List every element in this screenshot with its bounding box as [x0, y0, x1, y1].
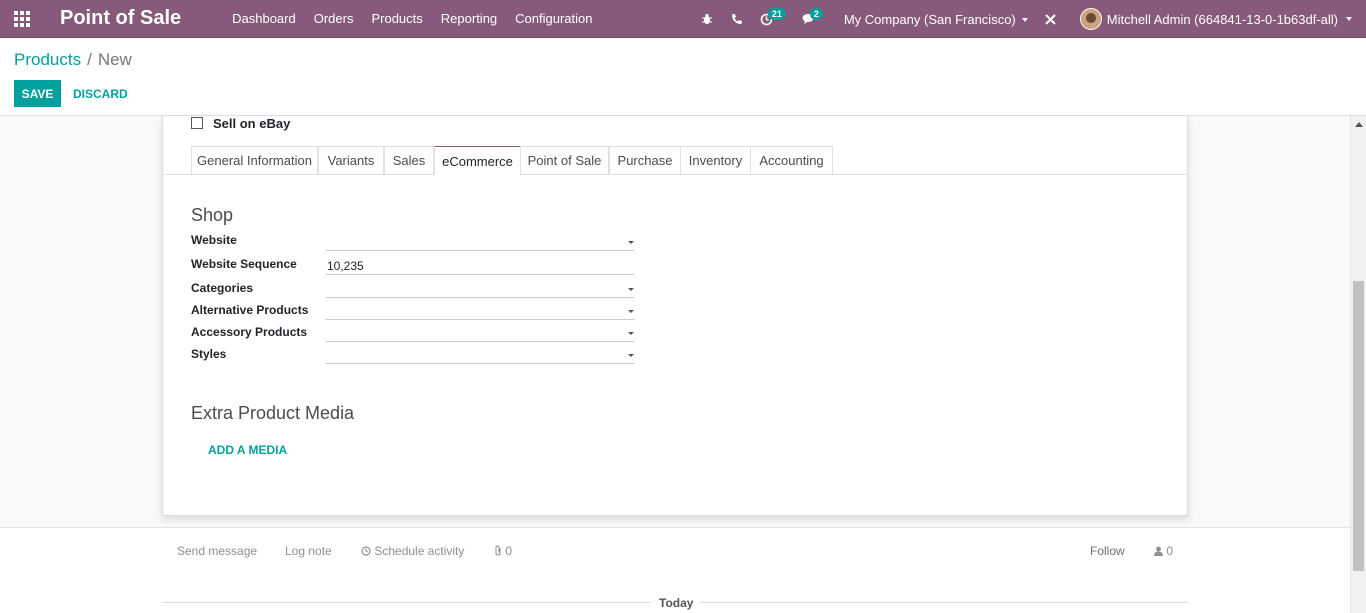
breadcrumb-products[interactable]: Products: [14, 50, 81, 69]
apps-grid-icon: [14, 10, 30, 27]
avatar: [1079, 8, 1102, 30]
accessory-products-label: Accessory Products: [191, 325, 308, 339]
website-sequence-value: 10,235: [327, 259, 364, 273]
chevron-down-icon: [1021, 18, 1028, 23]
sell-on-ebay-row: Sell on eBay: [191, 115, 291, 131]
menu-configuration[interactable]: Configuration: [506, 0, 601, 38]
tab-accounting[interactable]: Accounting: [750, 146, 833, 174]
categories-label: Categories: [191, 281, 254, 295]
dropdown-caret-icon[interactable]: [628, 241, 634, 244]
user-icon: [1154, 546, 1163, 556]
apps-menu-button[interactable]: [0, 0, 44, 38]
company-name: My Company (San Francisco): [843, 11, 1016, 27]
menu-reporting[interactable]: Reporting: [432, 0, 506, 38]
breadcrumb-current: New: [97, 50, 132, 69]
today-divider-right: [700, 602, 1188, 603]
alternative-products-label: Alternative Products: [191, 303, 309, 317]
attachments-count: 0: [505, 544, 513, 558]
control-panel: Products / New SAVE DISCARD: [0, 38, 1366, 116]
chatter: Send message Log note Schedule activity …: [0, 527, 1350, 613]
menu-dashboard[interactable]: Dashboard: [223, 0, 305, 38]
schedule-activity-label: Schedule activity: [374, 544, 465, 558]
tab-ecommerce[interactable]: eCommerce: [434, 146, 521, 175]
clock-icon: [361, 546, 371, 556]
app-title[interactable]: Point of Sale: [60, 7, 181, 30]
bug-icon: [701, 13, 712, 24]
tab-variants[interactable]: Variants: [318, 146, 384, 174]
chevron-down-icon: [1346, 17, 1352, 21]
scrollbar-thumb[interactable]: [1353, 281, 1364, 571]
dropdown-caret-icon[interactable]: [628, 332, 634, 335]
sell-on-ebay-checkbox[interactable]: [191, 117, 203, 129]
company-switcher[interactable]: My Company (San Francisco): [836, 12, 1036, 27]
scroll-up-arrow-icon[interactable]: [1355, 122, 1363, 127]
debug-button[interactable]: [692, 0, 722, 38]
messages-badge: 2: [809, 8, 823, 20]
website-label: Website: [191, 233, 237, 247]
today-divider-left: [162, 602, 650, 603]
today-separator: Today: [659, 596, 694, 610]
log-note-button[interactable]: Log note: [285, 544, 332, 558]
accessory-products-field[interactable]: [326, 324, 634, 342]
shop-section-title: Shop: [191, 205, 234, 225]
messages-button[interactable]: 2: [794, 0, 824, 38]
activity-button[interactable]: 21: [752, 0, 786, 38]
send-message-button[interactable]: Send message: [177, 544, 257, 558]
dropdown-caret-icon[interactable]: [628, 288, 634, 291]
navbar-right: 21 2 My Company (San Francisco) Mitchell…: [692, 0, 1366, 38]
tab-general-information[interactable]: General Information: [191, 146, 318, 174]
attachments-button[interactable]: 0: [494, 544, 512, 558]
followers-button[interactable]: 0: [1154, 544, 1173, 558]
tab-sales[interactable]: Sales: [384, 146, 434, 174]
close-icon: [1045, 13, 1056, 25]
followers-count: 0: [1166, 544, 1174, 558]
user-menu[interactable]: Mitchell Admin (664841-13-0-1b63df-all): [1079, 8, 1366, 30]
menu-orders[interactable]: Orders: [305, 0, 363, 38]
website-field[interactable]: [326, 233, 634, 251]
activity-badge: 21: [767, 8, 786, 20]
tab-point-of-sale[interactable]: Point of Sale: [520, 146, 609, 174]
schedule-activity-button[interactable]: Schedule activity: [361, 544, 464, 558]
save-button[interactable]: SAVE: [14, 80, 61, 107]
categories-field[interactable]: [326, 280, 634, 298]
styles-field[interactable]: [326, 346, 634, 364]
dropdown-caret-icon[interactable]: [628, 310, 634, 313]
sell-on-ebay-label: Sell on eBay: [213, 115, 291, 131]
menu-products[interactable]: Products: [362, 0, 431, 38]
form-sheet: Sell on eBay General Information Variant…: [162, 116, 1188, 516]
tab-inventory[interactable]: Inventory: [680, 146, 751, 174]
close-button[interactable]: [1036, 0, 1066, 38]
follow-button[interactable]: Follow: [1090, 544, 1125, 558]
add-media-button[interactable]: ADD A MEDIA: [208, 443, 287, 457]
phone-button[interactable]: [722, 0, 752, 38]
breadcrumb: Products / New: [14, 50, 132, 70]
discard-button[interactable]: DISCARD: [73, 80, 128, 107]
alternative-products-field[interactable]: [326, 302, 634, 320]
phone-icon: [731, 14, 742, 25]
extra-media-title: Extra Product Media: [191, 403, 355, 423]
website-sequence-label: Website Sequence: [191, 257, 297, 271]
user-name: Mitchell Admin (664841-13-0-1b63df-all): [1106, 11, 1338, 27]
main-menu: Dashboard Orders Products Reporting Conf…: [223, 0, 601, 38]
page-scrollbar[interactable]: [1350, 116, 1366, 613]
top-navbar: Point of Sale Dashboard Orders Products …: [0, 0, 1366, 38]
notebook-tabs: General Information Variants Sales eComm…: [163, 146, 1187, 175]
breadcrumb-separator: /: [87, 50, 92, 69]
tab-purchase[interactable]: Purchase: [609, 146, 681, 174]
styles-label: Styles: [191, 347, 227, 361]
paperclip-icon: [495, 545, 501, 556]
website-sequence-field[interactable]: 10,235: [326, 257, 634, 275]
dropdown-caret-icon[interactable]: [628, 354, 634, 357]
